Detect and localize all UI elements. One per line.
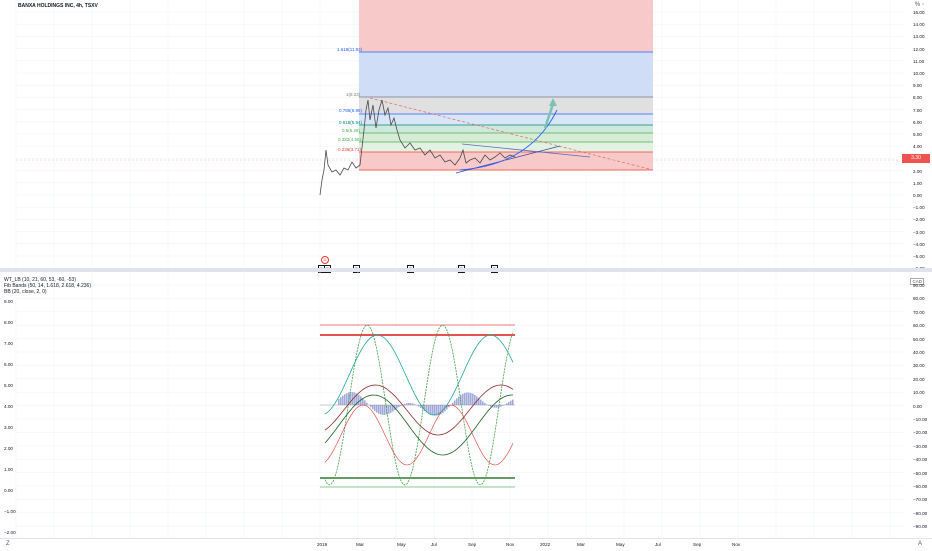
dividend-marker[interactable]: D	[321, 256, 329, 264]
fib-label-0786: 0.786(6.95)	[339, 108, 363, 113]
right-axis-label: 20.00	[913, 377, 925, 382]
price-axis-label: 10.00	[913, 71, 925, 76]
time-axis-label: 2022	[540, 542, 550, 547]
right-axis-label: −40.00	[913, 457, 927, 462]
fib-zone-bottom-red	[359, 152, 653, 170]
left-axis-label: −2.00	[4, 530, 16, 535]
fib-label-05: 0.5(5.28)	[342, 128, 361, 133]
price-axis-label: 7.00	[913, 108, 922, 113]
left-axis-label: 1.00	[4, 467, 13, 472]
price-axis-label: −5.00	[913, 254, 925, 259]
right-axis-label: 50.00	[913, 337, 925, 342]
time-axis-label: May	[616, 542, 625, 547]
price-axis-label: 14.00	[913, 22, 925, 27]
indicator-pane[interactable]: WT_LB (10, 21, 60, 53, -60, -53) Fib Ban…	[0, 272, 932, 538]
price-chart-canvas[interactable]: 1.618(11.93) 1(8.23) 0.786(6.95) 0.618(5…	[0, 0, 932, 268]
right-axis-label: −10.00	[913, 417, 927, 422]
top-right-settings[interactable]: % ◦	[915, 2, 924, 8]
price-axis-label: −1.00	[913, 205, 925, 210]
fib-label-0382: 0.382(4.58)	[338, 137, 362, 142]
time-axis-label: Sep	[693, 542, 701, 547]
right-axis-label: −90.00	[913, 524, 927, 529]
price-axis-label: 0.00	[913, 193, 922, 198]
price-axis-label: 8.00	[913, 95, 922, 100]
price-axis-label: 2.00	[913, 169, 922, 174]
time-axis-label: Mar	[577, 542, 585, 547]
time-axis-label: May	[397, 542, 406, 547]
fib-zone-lightblue	[359, 114, 653, 125]
time-axis[interactable]: Z 2019 Mar May Jul Sep Nov 2022 Mar May Jul Sep Nov…	[0, 538, 932, 551]
left-axis-label: 5.00	[4, 383, 13, 388]
right-axis-label: −20.00	[913, 430, 927, 435]
price-axis-label: −2.00	[913, 217, 925, 222]
left-axis-label: −1.00	[4, 509, 16, 514]
right-axis-label: 40.00	[913, 350, 925, 355]
left-axis-label: 3.00	[4, 425, 13, 430]
right-axis-label: −60.00	[913, 484, 927, 489]
price-chart-pane[interactable]: 1.618(11.93) 1(8.23) 0.786(6.95) 0.618(5…	[0, 0, 932, 268]
right-axis-label: −30.00	[913, 444, 927, 449]
price-axis-label: 15.00	[913, 10, 925, 15]
right-axis-label: −80.00	[913, 511, 927, 516]
indicator-legend-3[interactable]: BB (20, close, 2, 0)	[4, 289, 47, 295]
zoom-icon[interactable]: Z	[6, 541, 10, 547]
fib-labels: 1.618(11.93) 1(8.23) 0.786(6.95) 0.618(5…	[337, 47, 363, 152]
time-axis-label: Jul	[431, 542, 437, 547]
price-axis-label: 9.00	[913, 83, 922, 88]
right-axis-label: 80.00	[913, 296, 925, 301]
right-axis-label: −70.00	[913, 497, 927, 502]
time-axis-label: Sep	[468, 542, 476, 547]
time-axis-label: Nov	[732, 542, 740, 547]
left-axis-label: 4.00	[4, 404, 13, 409]
price-axis-label: 6.00	[913, 120, 922, 125]
price-axis-label: 1.00	[913, 181, 922, 186]
left-axis-label: 9.00	[4, 299, 13, 304]
last-price-tag: 3.30	[902, 154, 930, 163]
right-axis-label: 90.00	[913, 283, 925, 288]
right-axis-label: 30.00	[913, 363, 925, 368]
price-axis-label: 5.00	[913, 132, 922, 137]
left-axis-label: 0.00	[4, 488, 13, 493]
left-axis-label: 6.00	[4, 362, 13, 367]
fib-label-0618: 0.618(5.94)	[339, 120, 363, 125]
time-axis-label: Jul	[655, 542, 661, 547]
fib-label-1618: 1.618(11.93)	[337, 47, 363, 52]
fib-zone-green-3	[359, 142, 653, 152]
left-axis-label: 2.00	[4, 446, 13, 451]
indicator-canvas[interactable]	[0, 272, 932, 538]
right-axis-label: −50.00	[913, 471, 927, 476]
auto-scale-icon[interactable]: A	[918, 541, 922, 547]
time-axis-label: Nov	[506, 542, 514, 547]
price-axis-label: 13.00	[913, 34, 925, 39]
price-axis-label: 12.00	[913, 47, 925, 52]
price-axis-label: 4.00	[913, 144, 922, 149]
symbol-title[interactable]: BANXA HOLDINGS INC, 4h, TSXV	[18, 3, 98, 9]
time-axis-label: 2019	[317, 542, 327, 547]
right-axis-label: 60.00	[913, 323, 925, 328]
fib-label-0236: 0.236(3.71)	[338, 147, 362, 152]
fib-label-1: 1(8.23)	[346, 92, 361, 97]
price-axis-label: −3.00	[913, 230, 925, 235]
fib-zone-blue	[359, 52, 653, 97]
left-axis-label: 8.00	[4, 320, 13, 325]
price-axis-label: 11.00	[913, 59, 924, 64]
price-axis-label: −4.00	[913, 242, 925, 247]
fib-zone-green-2	[359, 133, 653, 142]
fib-zone-green-1	[359, 125, 653, 133]
left-axis-label: 7.00	[4, 341, 13, 346]
fib-zone-grey	[359, 97, 653, 114]
right-axis-label: 70.00	[913, 310, 925, 315]
time-axis-label: Mar	[356, 542, 364, 547]
right-axis-label: 10.00	[913, 390, 925, 395]
right-axis-label: 0.00	[913, 404, 922, 409]
fib-zone-top-red	[359, 0, 653, 52]
